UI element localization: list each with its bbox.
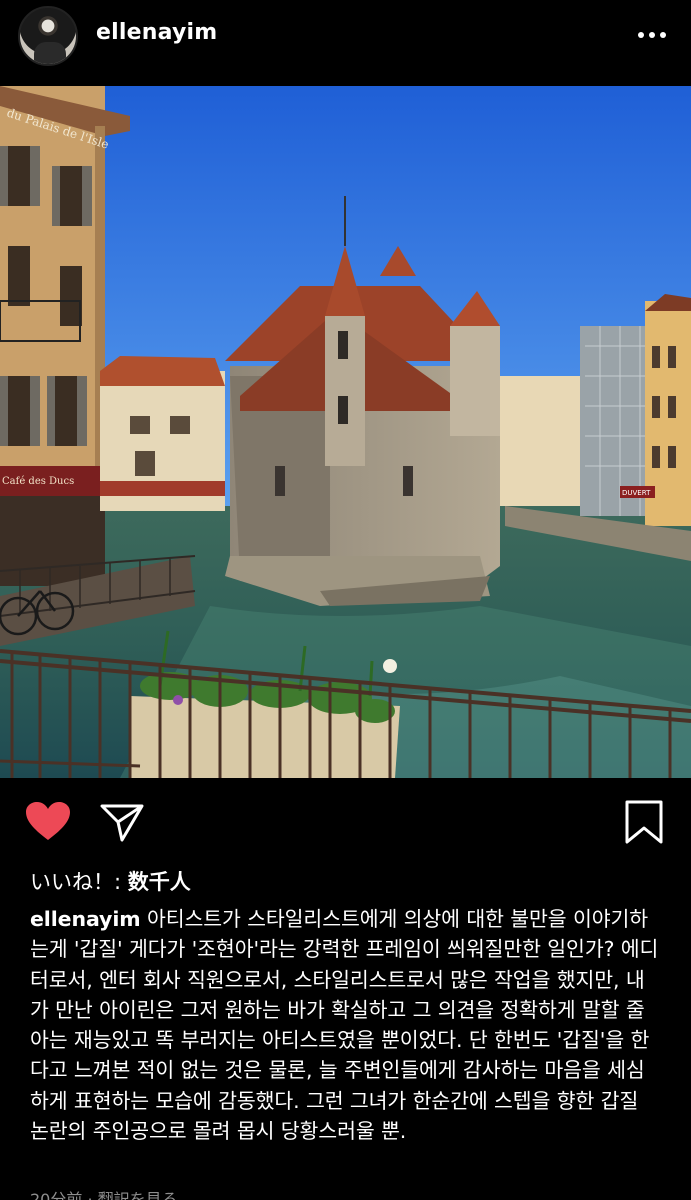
post-meta[interactable]: 20分前 · 翻訳を見る	[30, 1186, 178, 1200]
post-photo[interactable]: du Palais de l'Isle Café des Ducs DUVERT	[0, 86, 691, 778]
post-caption: ellenayim 아티스트가 스타일리스트에게 의상에 대한 불만을 이야기하…	[30, 904, 660, 1146]
send-icon[interactable]	[98, 798, 146, 846]
bookmark-icon[interactable]	[619, 798, 667, 846]
post-username[interactable]: ellenayim	[96, 20, 217, 45]
likes-summary[interactable]: いいね！: 数千人	[30, 866, 191, 896]
likes-label: いいね！:	[30, 870, 128, 894]
more-options-icon[interactable]	[632, 22, 672, 48]
heart-filled-icon[interactable]	[24, 798, 72, 846]
action-bar	[0, 778, 691, 858]
photo-shop-text: DUVERT	[622, 489, 651, 497]
post-header: ellenayim	[0, 0, 691, 80]
likes-count: 数千人	[127, 870, 191, 894]
avatar[interactable]	[18, 6, 78, 66]
caption-text: 아티스트가 스타일리스트에게 의상에 대한 불만을 이야기하는게 '갑질' 게다…	[30, 907, 659, 1144]
photo-cafe-text: Café des Ducs	[2, 476, 74, 487]
caption-username[interactable]: ellenayim	[30, 907, 141, 931]
